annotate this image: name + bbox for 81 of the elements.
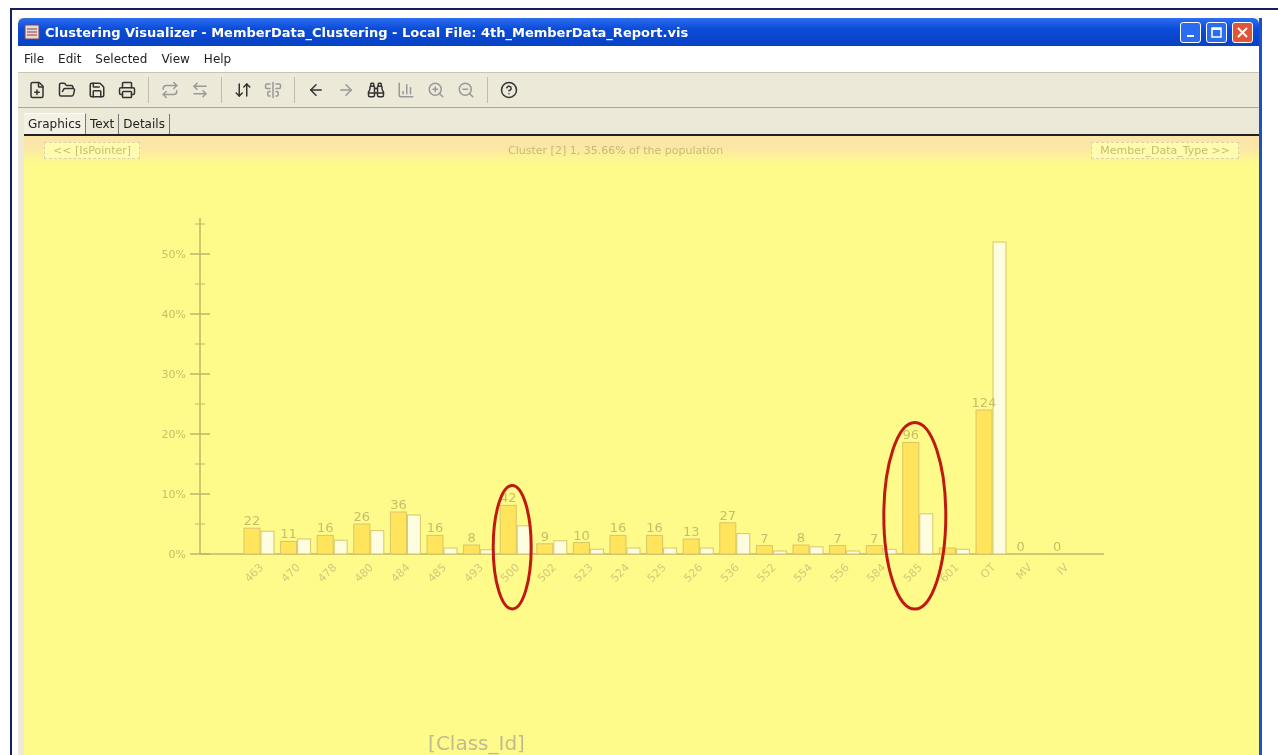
- population-bar: [370, 530, 385, 555]
- population-bar: [443, 547, 458, 555]
- value-label: 16: [316, 520, 334, 536]
- cluster-bar: [426, 534, 444, 555]
- y-tick-label: 50%: [161, 248, 186, 261]
- menu-item[interactable]: Edit: [58, 52, 82, 66]
- cluster-bar: [243, 527, 261, 555]
- population-bar: [882, 548, 897, 555]
- cluster-bar: [280, 540, 298, 555]
- menu-item[interactable]: File: [24, 52, 45, 66]
- cluster-bar: [463, 544, 481, 555]
- population-bar: [297, 538, 312, 555]
- population-bar: [919, 513, 934, 555]
- population-bar: [736, 533, 751, 555]
- y-tick-label: 20%: [161, 428, 186, 441]
- population-bar: [260, 530, 275, 555]
- population-bar: [333, 539, 348, 555]
- cluster-bar: [865, 545, 883, 555]
- population-bar: [406, 514, 421, 555]
- population-bar: [772, 550, 787, 555]
- cluster-bar: [609, 534, 627, 555]
- value-label: 16: [426, 520, 444, 536]
- app-icon: [24, 24, 40, 40]
- cluster-bar: [682, 538, 700, 555]
- maximize-icon: [1211, 26, 1222, 38]
- value-label: 16: [646, 520, 663, 536]
- window-title: Clustering Visualizer - MemberData_Clustering - Local File: 4th_MemberData_Report.vis: [45, 24, 690, 40]
- cluster-bar: [938, 547, 956, 555]
- cluster-bar: [572, 542, 590, 555]
- population-bar: [516, 525, 531, 555]
- value-label: 26: [353, 509, 371, 524]
- cluster-bar: [792, 544, 810, 555]
- value-label: 7: [870, 530, 879, 546]
- value-label: 10: [573, 527, 590, 543]
- y-tick-label: 10%: [161, 488, 186, 501]
- value-label: 0: [1016, 539, 1025, 554]
- cluster-bar: [829, 545, 847, 555]
- population-bar: [699, 547, 714, 555]
- chart-title: Cluster [2] 1, 35.66% of the population: [508, 143, 724, 157]
- cluster-bar: [719, 522, 737, 555]
- value-label: 8: [467, 530, 476, 545]
- minimize-icon: [1187, 35, 1194, 37]
- value-label: 13: [682, 524, 700, 539]
- menu-item[interactable]: View: [161, 52, 190, 66]
- cluster-bar: [646, 534, 664, 555]
- value-label: 7: [760, 530, 769, 546]
- value-label: 9: [540, 528, 549, 544]
- cluster-bar: [353, 523, 371, 555]
- value-label: 36: [390, 497, 407, 512]
- population-bar: [626, 547, 641, 555]
- value-label: 16: [609, 520, 627, 536]
- cluster-bar: [389, 511, 407, 555]
- population-bar: [955, 548, 970, 555]
- value-label: 0: [1053, 539, 1062, 554]
- value-label: 22: [243, 513, 261, 529]
- axis-title: [Class_Id]: [427, 731, 526, 755]
- value-label: 7: [833, 530, 842, 546]
- cluster-bar: [536, 543, 554, 555]
- population-bar: [589, 548, 604, 555]
- population-bar: [480, 549, 495, 555]
- cluster-bar: [499, 504, 517, 555]
- tab[interactable]: Graphics: [24, 113, 86, 134]
- y-tick-label: 40%: [161, 308, 186, 321]
- population-bar: [553, 540, 568, 555]
- cluster-bar: [316, 534, 334, 555]
- maximize-button[interactable]: [1206, 21, 1227, 43]
- cluster-bar: [755, 545, 773, 555]
- value-label: 27: [719, 507, 737, 523]
- value-label: 8: [796, 530, 806, 545]
- menu-item[interactable]: Help: [203, 52, 232, 66]
- population-bar: [809, 546, 824, 555]
- population-bar: [663, 547, 678, 555]
- minimize-button[interactable]: [1180, 21, 1201, 43]
- menu-item[interactable]: Selected: [95, 52, 148, 66]
- value-label: 11: [280, 526, 297, 542]
- value-label: 42: [499, 490, 517, 506]
- close-button[interactable]: [1232, 21, 1253, 43]
- close-icon: [1237, 26, 1248, 38]
- value-label: 96: [902, 427, 920, 443]
- y-tick-label: 30%: [161, 368, 186, 381]
- population-bar: [846, 550, 861, 555]
